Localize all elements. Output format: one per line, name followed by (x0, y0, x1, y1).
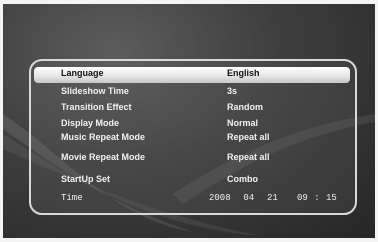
menu-row-music-repeat-mode[interactable]: Music Repeat Mode Repeat all (34, 131, 350, 147)
menu-row-label: Display Mode (61, 118, 120, 128)
menu-row-transition-effect[interactable]: Transition Effect Random (34, 101, 350, 117)
menu-row-value: Combo (227, 174, 258, 184)
menu-row-label: Movie Repeat Mode (61, 152, 146, 162)
menu-row-label: StartUp Set (61, 174, 111, 184)
menu-row-label: Time (61, 193, 83, 203)
tv-screen: Language English Slideshow Time 3s Trans… (3, 4, 375, 238)
menu-row-value: 3s (227, 86, 238, 96)
menu-row-label: Slideshow Time (61, 86, 129, 96)
menu-row-slideshow-time[interactable]: Slideshow Time 3s (34, 85, 350, 101)
menu-row-value: Random (227, 102, 263, 112)
menu-row-value: Normal (227, 118, 259, 128)
menu-row-startup-set[interactable]: StartUp Set Combo (34, 173, 350, 189)
menu-row-value: 2008 04 21 09 : 15 (209, 193, 337, 203)
menu-row-label: Language (61, 68, 104, 78)
menu-row-label: Music Repeat Mode (61, 132, 146, 142)
menu-row-movie-repeat-mode[interactable]: Movie Repeat Mode Repeat all (34, 151, 350, 167)
menu-row-value: Repeat all (227, 152, 270, 162)
menu-row-time[interactable]: Time 2008 04 21 09 : 15 (34, 192, 350, 208)
menu-row-label: Transition Effect (61, 102, 132, 112)
menu-row-language[interactable]: Language English (34, 67, 350, 83)
settings-menu-panel: Language English Slideshow Time 3s Trans… (29, 59, 357, 215)
menu-row-value: Repeat all (227, 132, 270, 142)
menu-row-value: English (227, 68, 260, 78)
